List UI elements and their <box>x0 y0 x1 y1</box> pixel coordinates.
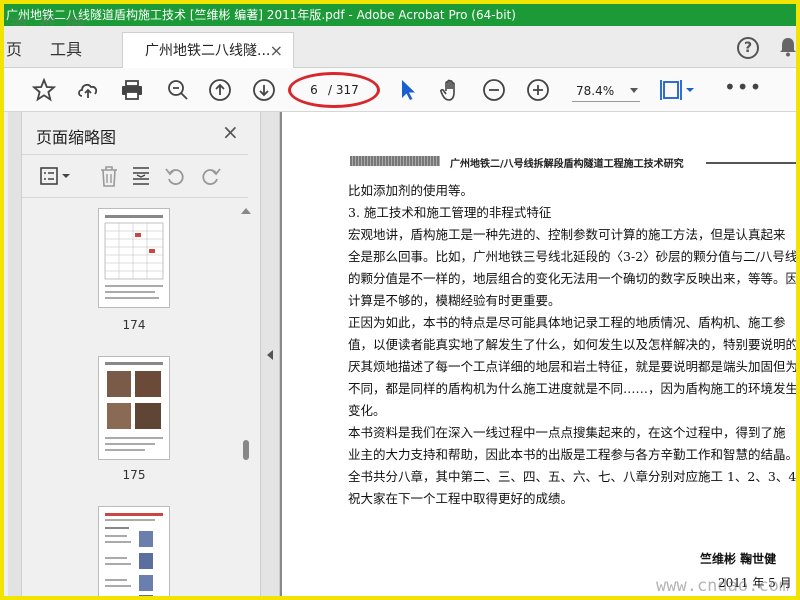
panel-title: 页面缩略图 <box>36 128 117 147</box>
chevron-down-icon <box>630 88 638 93</box>
page-header-pattern <box>350 156 440 166</box>
panel-collapse-handle[interactable] <box>260 112 280 596</box>
thumbnail-panel: 页面缩略图 × 174 175 <box>8 112 260 596</box>
zoom-in-icon[interactable] <box>526 78 550 102</box>
page-running-header: 广州地铁二/八号线拆解段盾构隧道工程施工技术研究 <box>450 159 684 170</box>
thumbnail-label: 175 <box>122 468 146 482</box>
menu-tools[interactable]: 工具 <box>50 36 82 60</box>
thumbnail-page-175[interactable] <box>98 356 170 460</box>
window-title-bar: 广州地铁二八线隧道盾构施工技术 [竺维彬 编著] 2011年版.pdf - Ad… <box>4 4 796 26</box>
tab-document-label: 广州地铁二八线隧... <box>145 43 271 59</box>
thumbnail-label: 174 <box>122 318 146 332</box>
zoom-search-icon[interactable] <box>166 78 190 102</box>
hand-tool-icon[interactable] <box>438 78 462 102</box>
thumbnail-list: 174 175 <box>22 200 240 596</box>
thumbnail-scrollbar[interactable] <box>240 208 252 596</box>
doc-text-line: 的颗分值是不一样的，地层组合的变化无法用一个确切的数字反映出来，等等。因此 <box>348 271 800 286</box>
next-page-icon[interactable] <box>252 78 276 102</box>
zoom-level-dropdown[interactable]: 78.4% <box>572 80 640 102</box>
panel-close-icon[interactable]: × <box>222 120 239 144</box>
doc-text-line: 厌其烦地描述了每一个工点详细的地层和岩土特征，就是要说明都是端头加固但为 <box>348 359 799 374</box>
zoom-level-value: 78.4% <box>576 84 615 98</box>
doc-text-line: 宏观地讲，盾构施工是一种先进的、控制参数可计算的施工方法，但是认真起来 <box>348 227 786 242</box>
doc-text-line: 全是那么回事。比如，广州地铁三号线北延段的〈3-2〉砂层的颗分值与二/八号线〈3 <box>348 249 800 264</box>
zoom-out-icon[interactable] <box>482 78 506 102</box>
document-page: 广州地铁二/八号线拆解段盾构隧道工程施工技术研究 比如添加剂的使用等。 3. 施… <box>280 112 800 596</box>
site-watermark-bottom: www.cndao.com <box>656 576 790 596</box>
doc-text-line: 正因为如此，本书的特点是尽可能具体地记录工程的地质情况、盾构机、施工参 <box>348 315 786 330</box>
highlight-annotation-oval <box>288 72 380 108</box>
doc-text-line: 业主的大力支持和帮助，因此本书的出版是工程参与各方辛勤工作和智慧的结晶。 <box>348 447 799 462</box>
tab-bar: 页 工具 广州地铁二八线隧... × <box>4 26 796 69</box>
thumbnail-people-preview <box>105 513 163 596</box>
doc-text-line: 本书资料是我们在深入一线过程中一点点搜集起来的，在这个过程中，得到了施 <box>348 425 786 440</box>
thumbnail-page-176[interactable] <box>98 506 170 596</box>
doc-text-line: 变化。 <box>348 403 386 418</box>
main-toolbar: 6 / 317 78.4% ••• <box>4 68 796 112</box>
doc-text-line: 比如添加剂的使用等。 <box>348 183 474 198</box>
print-icon[interactable] <box>120 78 144 102</box>
doc-text-line: 祝大家在下一个工程中取得更好的成绩。 <box>348 491 574 506</box>
cloud-upload-icon[interactable] <box>76 78 100 102</box>
panel-side-strip <box>8 112 22 596</box>
rotate-clockwise-icon[interactable] <box>200 165 222 187</box>
scroll-up-arrow-icon[interactable] <box>241 208 251 214</box>
bell-icon[interactable] <box>779 37 797 57</box>
scrollbar-thumb[interactable] <box>243 440 249 460</box>
select-cursor-icon[interactable] <box>396 78 420 102</box>
help-icon[interactable]: ? <box>737 37 759 59</box>
doc-text-line: 计算是不够的，模糊经验有时更重要。 <box>348 293 561 308</box>
more-tools-icon[interactable]: ••• <box>724 77 762 97</box>
window-title: 广州地铁二八线隧道盾构施工技术 [竺维彬 编著] 2011年版.pdf - Ad… <box>6 8 516 22</box>
doc-text-line: 3. 施工技术和施工管理的非程式特征 <box>348 205 552 220</box>
page-header-rule <box>706 162 796 164</box>
insert-page-icon[interactable] <box>130 165 152 187</box>
trash-icon[interactable] <box>98 165 120 187</box>
thumbnail-options-icon[interactable] <box>40 165 74 187</box>
chevron-left-icon <box>267 350 273 360</box>
previous-page-icon[interactable] <box>208 78 232 102</box>
doc-text-line: 不同，都是同样的盾构机为什么施工进度就是不同……，因为盾构施工的环境发生 <box>348 381 799 396</box>
panel-toolbar <box>22 154 248 198</box>
rotate-counterclockwise-icon[interactable] <box>164 165 186 187</box>
bookmark-star-icon[interactable] <box>32 78 56 102</box>
author-signature: 竺维彬 鞠世健 <box>700 552 777 566</box>
fit-page-icon[interactable] <box>660 78 696 102</box>
tab-close-icon[interactable]: × <box>270 33 283 69</box>
tab-document[interactable]: 广州地铁二八线隧... × <box>122 32 294 69</box>
thumbnail-table-preview <box>104 215 164 299</box>
thumbnail-photo-preview <box>105 362 163 451</box>
menu-home[interactable]: 页 <box>6 36 22 60</box>
app-window: 广州地铁二八线隧道盾构施工技术 [竺维彬 编著] 2011年版.pdf - Ad… <box>0 0 800 600</box>
thumbnail-page-174[interactable] <box>98 208 170 308</box>
doc-text-line: 全书共分八章，其中第二、三、四、五、六、七、八章分别对应施工 1、2、3、4、5… <box>348 469 797 484</box>
doc-text-line: 值，以便读者能真实地了解发生了什么，如何发生以及怎样解决的，特别要说明的是， <box>348 337 800 352</box>
